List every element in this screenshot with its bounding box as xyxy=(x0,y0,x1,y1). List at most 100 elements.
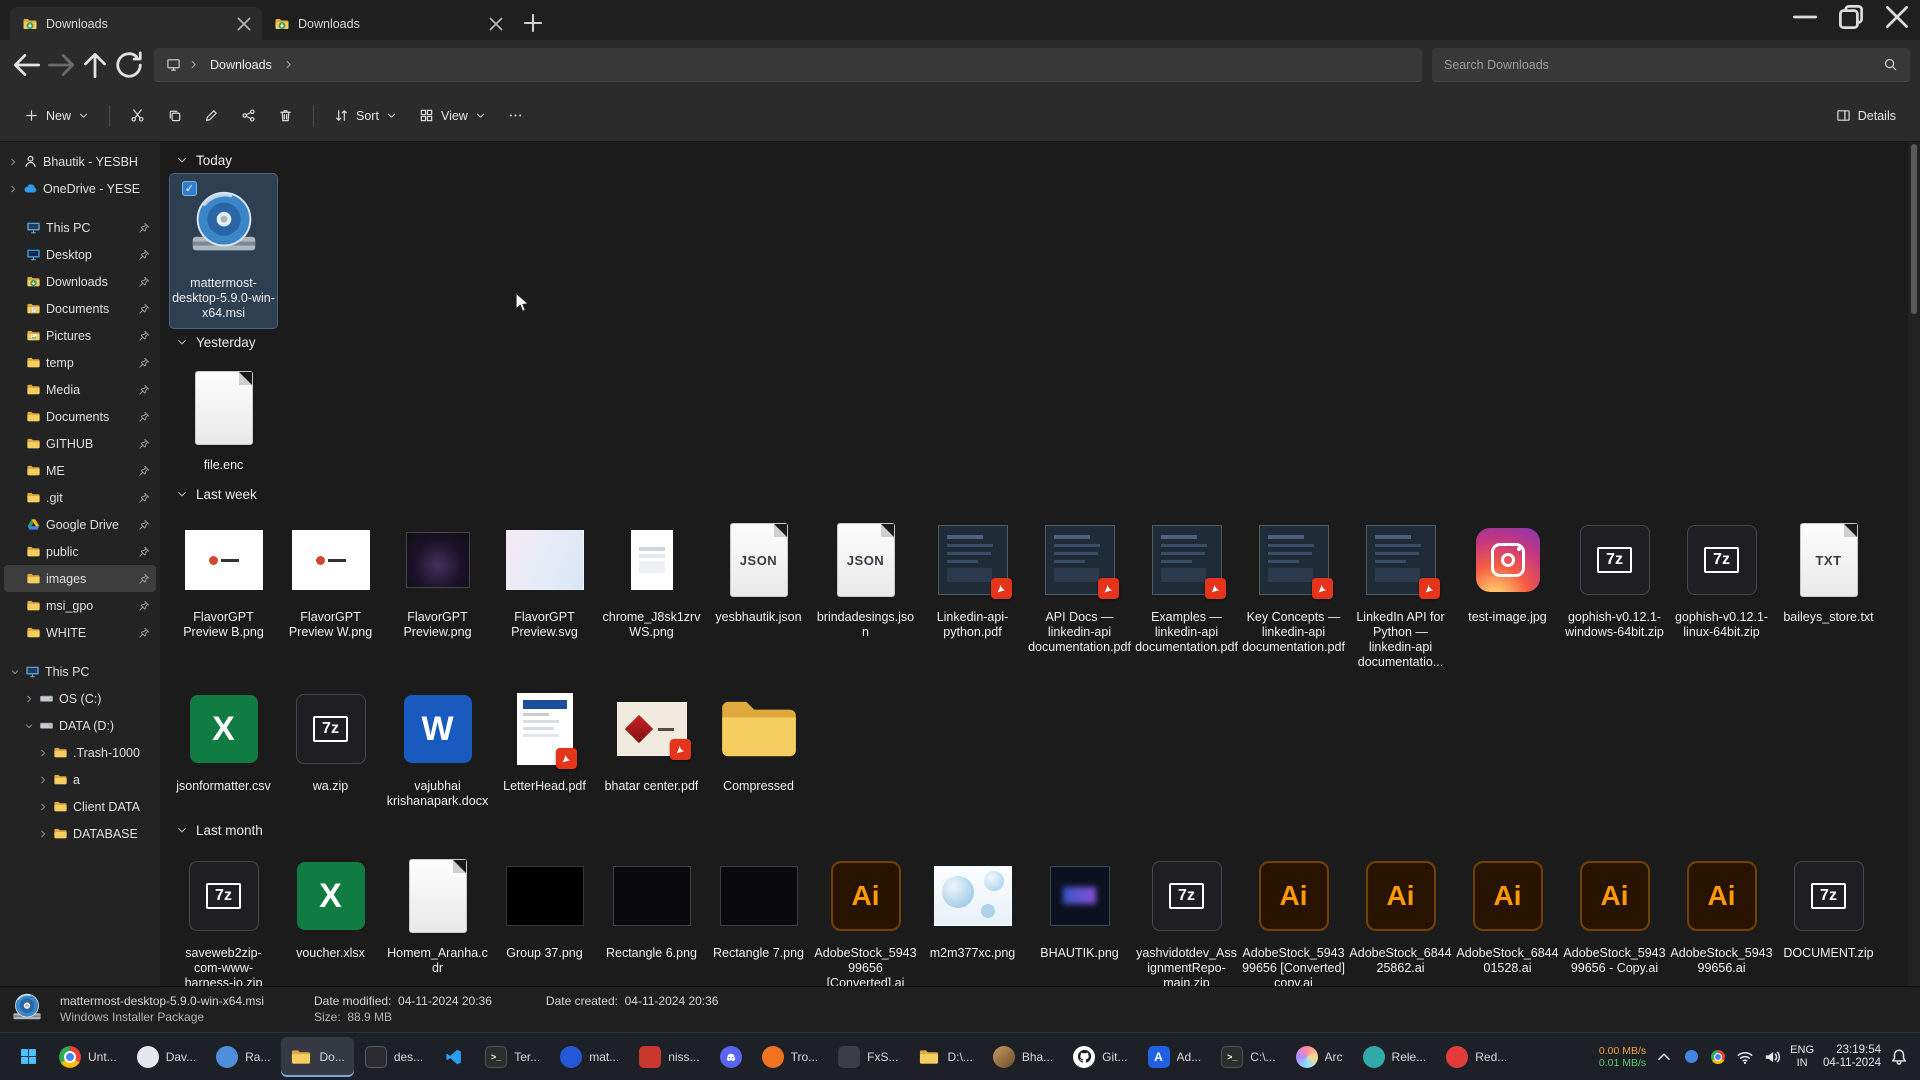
selection-checkbox[interactable]: ✓ xyxy=(182,181,197,196)
chevron-right-icon[interactable] xyxy=(8,184,18,194)
file-flavorgpt-preview-png[interactable]: FlavorGPT Preview.png xyxy=(384,508,491,647)
sidebar-item-onedrive-yese[interactable]: OneDrive - YESE xyxy=(4,175,156,202)
file-file-enc[interactable]: file.enc xyxy=(170,356,277,480)
taskbar-app-git[interactable]: Git... xyxy=(1064,1037,1136,1077)
tray-ch-icon[interactable] xyxy=(1709,1048,1727,1066)
taskbar-app-discord[interactable] xyxy=(711,1037,751,1077)
wifi-icon[interactable] xyxy=(1736,1048,1754,1066)
chevron-right-icon[interactable] xyxy=(38,775,48,785)
sidebar-item-documents[interactable]: Documents xyxy=(4,295,156,322)
taskbar-app-niss[interactable]: niss... xyxy=(630,1037,708,1077)
tab-close-icon[interactable] xyxy=(234,14,254,34)
taskbar-app-ter[interactable]: >_Ter... xyxy=(476,1037,549,1077)
file-flavorgpt-preview-w-png[interactable]: FlavorGPT Preview W.png xyxy=(277,508,384,647)
taskbar-app-mat[interactable]: mat... xyxy=(551,1037,628,1077)
taskbar-app-ad[interactable]: AAd... xyxy=(1139,1037,1211,1077)
sidebar-item-github[interactable]: GITHUB xyxy=(4,430,156,457)
copy-button[interactable] xyxy=(157,98,192,134)
file-saveweb2zip-com-www-harness-io-zip[interactable]: 7zsaveweb2zip-com-www-harness-io.zip xyxy=(170,844,277,986)
tab-close-icon[interactable] xyxy=(486,14,506,34)
file-gophish-v0-12-1-windows-64bit-zip[interactable]: 7zgophish-v0.12.1-windows-64bit.zip xyxy=(1561,508,1668,647)
file-bhatar-center-pdf[interactable]: bhatar center.pdf xyxy=(598,677,705,801)
taskbar-app-fxs[interactable]: FxS... xyxy=(829,1037,907,1077)
taskbar-app-d[interactable]: D:\... xyxy=(909,1037,981,1077)
sidebar-item-me[interactable]: ME xyxy=(4,457,156,484)
file-flavorgpt-preview-svg[interactable]: FlavorGPT Preview.svg xyxy=(491,508,598,647)
taskbar-app-des[interactable]: des... xyxy=(356,1037,432,1077)
sidebar-item-client-data[interactable]: Client DATA xyxy=(4,793,156,820)
file-adobestock-594399656-converted-ai[interactable]: AiAdobeStock_594399656 [Converted].ai xyxy=(812,844,919,986)
file-mattermost-desktop-5-9-0-win-x64-msi[interactable]: ✓mattermost-desktop-5.9.0-win-x64.msi xyxy=(170,174,277,328)
file-chrome-j8sk1zrvws-png[interactable]: chrome_J8sk1zrvWS.png xyxy=(598,508,705,647)
scrollbar[interactable] xyxy=(1908,142,1920,986)
file-jsonformatter-csv[interactable]: Xjsonformatter.csv xyxy=(170,677,277,801)
sidebar-item-public[interactable]: public xyxy=(4,538,156,565)
sort-button[interactable]: Sort xyxy=(324,98,407,134)
taskbar-app-arc[interactable]: Arc xyxy=(1287,1037,1352,1077)
details-button[interactable]: Details xyxy=(1826,98,1906,134)
taskbar-app-red[interactable]: Red... xyxy=(1437,1037,1516,1077)
taskbar-app-vscode[interactable] xyxy=(434,1037,474,1077)
chevron-down-icon[interactable] xyxy=(24,721,34,731)
file-wa-zip[interactable]: 7zwa.zip xyxy=(277,677,384,801)
cut-button[interactable] xyxy=(120,98,155,134)
sidebar-item-data-d[interactable]: DATA (D:) xyxy=(4,712,156,739)
rename-button[interactable] xyxy=(194,98,229,134)
breadcrumb-downloads[interactable]: Downloads xyxy=(206,56,276,74)
file-yashvidotdev-assignmentrepo-main-zip[interactable]: 7zyashvidotdev_AssignmentRepo-main.zip xyxy=(1133,844,1240,986)
file-voucher-xlsx[interactable]: Xvoucher.xlsx xyxy=(277,844,384,968)
minimize-button[interactable] xyxy=(1782,0,1828,34)
sidebar-item-this-pc[interactable]: This PC xyxy=(4,214,156,241)
sidebar-item-images[interactable]: images xyxy=(4,565,156,592)
sidebar-item-desktop[interactable]: Desktop xyxy=(4,241,156,268)
file-adobestock-594399656-copy-ai[interactable]: AiAdobeStock_594399656 - Copy.ai xyxy=(1561,844,1668,983)
start-button[interactable] xyxy=(8,1037,48,1077)
sidebar-item-media[interactable]: Media xyxy=(4,376,156,403)
file-bhautik-png[interactable]: BHAUTIK.png xyxy=(1026,844,1133,968)
sidebar-item-google-drive[interactable]: Google Drive xyxy=(4,511,156,538)
sidebar-item-bhautik-yesbh[interactable]: Bhautik - YESBH xyxy=(4,148,156,175)
tab-downloads-2[interactable]: Downloads xyxy=(262,7,514,40)
more-options-button[interactable] xyxy=(498,98,533,134)
volume-icon[interactable] xyxy=(1763,1048,1781,1066)
chevron-right-icon[interactable] xyxy=(38,829,48,839)
up-button[interactable] xyxy=(78,48,112,82)
file-rectangle-6-png[interactable]: Rectangle 6.png xyxy=(598,844,705,968)
group-header-today[interactable]: Today xyxy=(170,146,1908,174)
chevron-right-icon[interactable] xyxy=(38,802,48,812)
chevron-down-icon[interactable] xyxy=(10,667,20,677)
sidebar-item-downloads[interactable]: Downloads xyxy=(4,268,156,295)
taskbar-app-bha[interactable]: Bha... xyxy=(984,1037,1062,1077)
file-gophish-v0-12-1-linux-64bit-zip[interactable]: 7zgophish-v0.12.1-linux-64bit.zip xyxy=(1668,508,1775,647)
search-input[interactable] xyxy=(1444,58,1875,72)
tray-app-icon[interactable] xyxy=(1682,1048,1700,1066)
chevron-right-icon[interactable] xyxy=(24,694,34,704)
taskbar-app-rele[interactable]: Rele... xyxy=(1354,1037,1436,1077)
file-flavorgpt-preview-b-png[interactable]: FlavorGPT Preview B.png xyxy=(170,508,277,647)
file-linkedin-api-python-pdf[interactable]: Linkedin-api-python.pdf xyxy=(919,508,1026,647)
file-document-zip[interactable]: 7zDOCUMENT.zip xyxy=(1775,844,1882,968)
file-adobestock-684425862-ai[interactable]: AiAdobeStock_684425862.ai xyxy=(1347,844,1454,983)
notification-bell-icon[interactable] xyxy=(1890,1048,1908,1066)
file-compressed[interactable]: Compressed xyxy=(705,677,812,801)
taskbar-app-ra[interactable]: Ra... xyxy=(207,1037,279,1077)
file-rectangle-7-png[interactable]: Rectangle 7.png xyxy=(705,844,812,968)
file-key-concepts-linkedin-api-documentation-pdf[interactable]: Key Concepts — linkedin-api documentatio… xyxy=(1240,508,1347,662)
forward-button[interactable] xyxy=(44,48,78,82)
file-m2m377xc-png[interactable]: m2m377xc.png xyxy=(919,844,1026,968)
file-examples-linkedin-api-documentation-pdf[interactable]: Examples — linkedin-api documentation.pd… xyxy=(1133,508,1240,662)
back-button[interactable] xyxy=(10,48,44,82)
file-homem-aranha-cdr[interactable]: Homem_Aranha.cdr xyxy=(384,844,491,983)
taskbar-app-dav[interactable]: Dav... xyxy=(128,1037,205,1077)
sidebar-item-msi-gpo[interactable]: msi_gpo xyxy=(4,592,156,619)
delete-button[interactable] xyxy=(268,98,303,134)
new-button[interactable]: New xyxy=(14,98,99,134)
chevron-right-icon[interactable] xyxy=(38,748,48,758)
file-letterhead-pdf[interactable]: LetterHead.pdf xyxy=(491,677,598,801)
tab-downloads-1[interactable]: Downloads xyxy=(10,7,262,40)
file-adobestock-684401528-ai[interactable]: AiAdobeStock_684401528.ai xyxy=(1454,844,1561,983)
taskbar-app-c[interactable]: >_C:\... xyxy=(1212,1037,1284,1077)
group-header-last-week[interactable]: Last week xyxy=(170,480,1908,508)
search-box[interactable] xyxy=(1432,48,1910,82)
taskbar-app-do[interactable]: Do... xyxy=(281,1037,353,1077)
